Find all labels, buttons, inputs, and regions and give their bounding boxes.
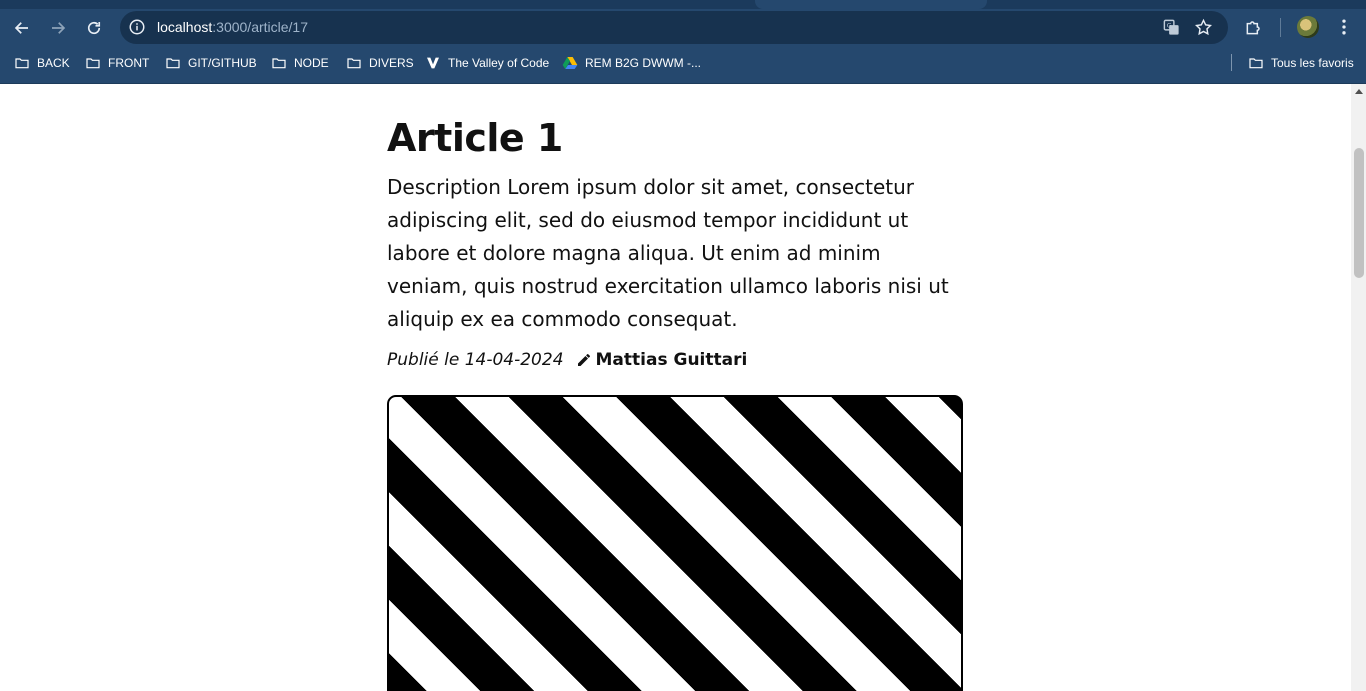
forward-button[interactable]	[44, 14, 72, 42]
reload-icon	[87, 21, 101, 35]
all-bookmarks-folder[interactable]: Tous les favoris	[1248, 46, 1354, 80]
bookmark-folder-git-github[interactable]: GIT/GITHUB	[165, 46, 257, 80]
bookmark-folder-node[interactable]: NODE	[271, 46, 329, 80]
all-bookmarks-label: Tous les favoris	[1271, 56, 1354, 70]
bookmark-valley-of-code[interactable]: The Valley of Code	[425, 46, 549, 80]
bookmark-rem-b2g-dwwm[interactable]: REM B2G DWWM -...	[562, 46, 701, 80]
bookmark-star-icon[interactable]	[1194, 18, 1213, 37]
scroll-thumb[interactable]	[1354, 148, 1364, 278]
folder-icon	[166, 58, 180, 69]
kebab-menu-icon	[1342, 19, 1346, 35]
folder-icon	[86, 58, 100, 69]
arrow-right-icon	[52, 22, 66, 34]
svg-text:G: G	[1167, 23, 1172, 30]
bookmarks-divider	[1231, 54, 1232, 71]
article-title: Article 1	[387, 116, 563, 160]
tab-strip	[0, 0, 1366, 9]
bookmark-label: BACK	[37, 56, 70, 70]
bookmark-folder-back[interactable]: BACK	[14, 46, 70, 80]
toolbar-divider	[1280, 18, 1281, 37]
bookmark-label: GIT/GITHUB	[188, 56, 257, 70]
site-info-icon[interactable]	[128, 18, 146, 36]
puzzle-icon	[1246, 21, 1260, 35]
folder-icon	[347, 58, 361, 69]
page-viewport: Article 1 Description Lorem ipsum dolor …	[0, 84, 1366, 691]
profile-avatar[interactable]	[1297, 16, 1319, 38]
valley-logo-icon	[427, 57, 439, 69]
active-tab[interactable]	[755, 0, 987, 9]
url-text[interactable]: localhost:3000/article/17	[157, 11, 308, 44]
address-bar[interactable]: localhost:3000/article/17 G	[120, 11, 1228, 44]
bookmark-folder-front[interactable]: FRONT	[85, 46, 149, 80]
scrollbar[interactable]	[1351, 84, 1366, 691]
bookmark-label: REM B2G DWWM -...	[585, 56, 701, 70]
scroll-up-arrow[interactable]	[1355, 89, 1363, 94]
folder-icon	[272, 58, 286, 69]
folder-icon	[15, 58, 29, 69]
article-image	[387, 395, 963, 691]
bookmark-label: FRONT	[108, 56, 150, 70]
google-drive-icon	[562, 57, 578, 69]
article-description: Description Lorem ipsum dolor sit amet, …	[387, 175, 949, 331]
author-name: Mattias Guittari	[595, 350, 748, 370]
arrow-left-icon	[14, 22, 28, 34]
menu-button[interactable]	[1333, 16, 1355, 38]
bookmark-label: NODE	[294, 56, 329, 70]
bookmark-folder-divers[interactable]: DIVERS	[346, 46, 414, 80]
url-host: localhost	[157, 19, 213, 35]
url-path: :3000/article/17	[212, 19, 308, 35]
folder-icon	[1249, 58, 1263, 69]
bookmark-label: DIVERS	[369, 56, 414, 70]
article-meta: Publié le 14-04-2024 Mattias Guittari	[387, 348, 965, 372]
publish-date: Publié le 14-04-2024	[387, 350, 564, 370]
translate-icon[interactable]: G	[1162, 18, 1181, 37]
pencil-icon	[577, 354, 590, 366]
article: Article 1 Description Lorem ipsum dolor …	[387, 112, 965, 372]
browser-toolbar: localhost:3000/article/17 G	[0, 9, 1366, 46]
extensions-button[interactable]	[1243, 16, 1265, 38]
bookmark-label: The Valley of Code	[448, 56, 550, 70]
back-button[interactable]	[8, 14, 36, 42]
reload-button[interactable]	[80, 14, 108, 42]
bookmarks-bar: BACK FRONT GIT/GITHUB NODE DIVERS The Va…	[0, 46, 1366, 84]
